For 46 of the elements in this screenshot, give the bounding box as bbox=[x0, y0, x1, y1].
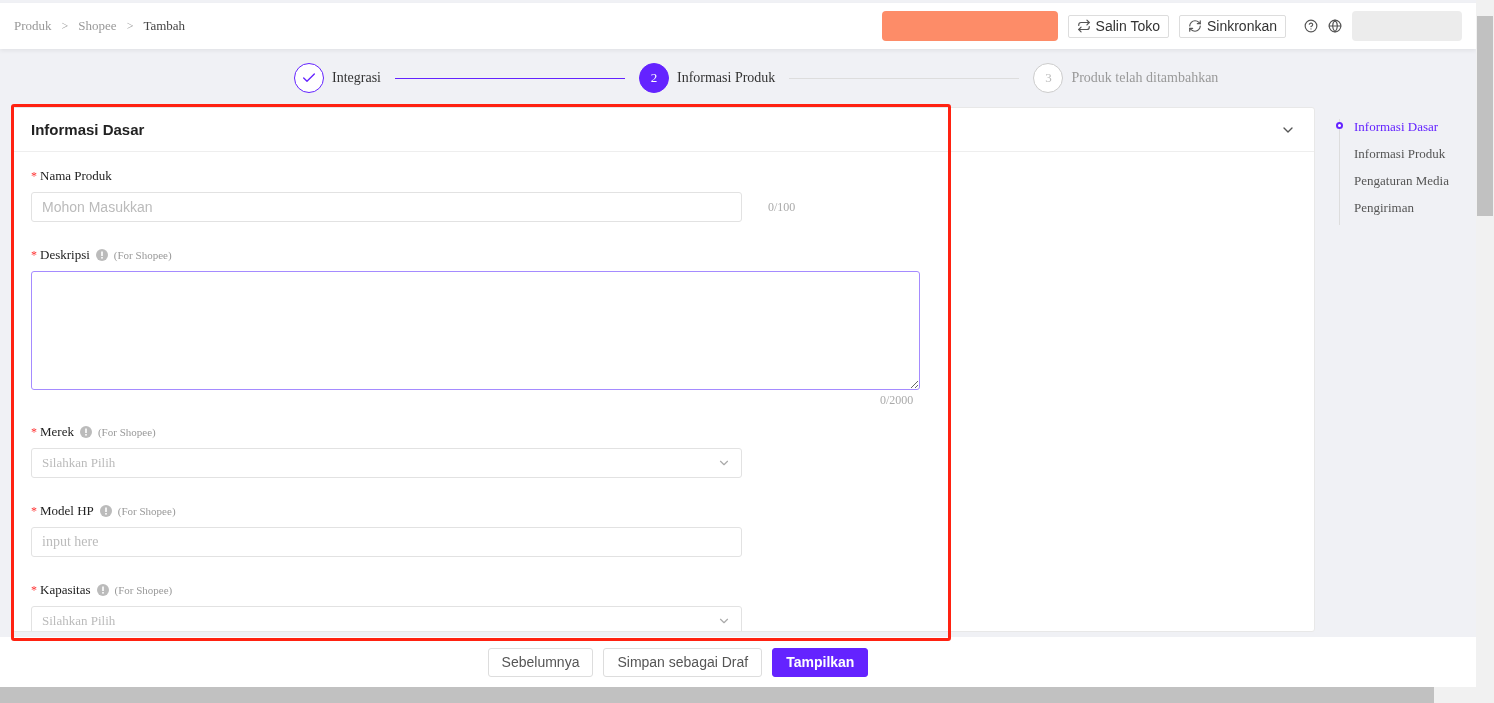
header-button[interactable]: Sinkronkan bbox=[1178, 14, 1286, 38]
breadcrumb-item: Tambah bbox=[143, 18, 186, 34]
field-label: Kapasitas bbox=[40, 582, 91, 598]
field-label: Model HP bbox=[40, 503, 94, 519]
required-mark: * bbox=[31, 168, 37, 184]
step-label: Produk telah ditambahkan bbox=[1071, 70, 1219, 86]
breadcrumb-separator: > bbox=[61, 18, 69, 34]
refresh-icon bbox=[1187, 19, 1202, 33]
description-field[interactable] bbox=[31, 271, 920, 390]
swap-icon bbox=[1076, 19, 1091, 33]
text-field[interactable]: Mohon Masukkan bbox=[31, 192, 742, 222]
globe-icon[interactable] bbox=[1328, 19, 1342, 33]
field-note: (For Shopee) bbox=[114, 584, 173, 596]
required-mark: * bbox=[31, 582, 37, 598]
text-field[interactable]: input here bbox=[31, 527, 742, 557]
required-mark: * bbox=[31, 247, 37, 263]
footer-button[interactable]: Sebelumnya bbox=[487, 647, 594, 677]
info-icon bbox=[96, 584, 109, 596]
field-label: Nama Produk bbox=[40, 168, 112, 184]
field-label: Deskripsi bbox=[40, 247, 90, 263]
char-counter: 0/2000 bbox=[880, 393, 914, 408]
field-note: (For Shopee) bbox=[117, 505, 176, 517]
anchor-link[interactable]: Pengiriman bbox=[1340, 200, 1449, 216]
anchor-link[interactable]: Pengaturan Media bbox=[1340, 173, 1449, 189]
footer-button[interactable]: Simpan sebagai Draf bbox=[603, 647, 763, 677]
info-icon bbox=[79, 426, 92, 438]
section-title: Informasi Dasar bbox=[31, 121, 145, 138]
header-button[interactable]: Salin Toko bbox=[1067, 14, 1169, 38]
step-label: Integrasi bbox=[332, 70, 381, 86]
field-label: Merek bbox=[40, 424, 74, 440]
field-note: (For Shopee) bbox=[113, 249, 172, 261]
step-circle: 3 bbox=[1033, 63, 1064, 93]
horizontal-scrollbar[interactable] bbox=[0, 687, 1494, 703]
required-mark: * bbox=[31, 503, 37, 519]
step-label: Informasi Produk bbox=[677, 70, 776, 86]
breadcrumb-separator: > bbox=[126, 18, 134, 34]
info-icon bbox=[95, 249, 108, 261]
required-mark: * bbox=[31, 424, 37, 440]
field-note: (For Shopee) bbox=[97, 426, 156, 438]
char-counter: 0/100 bbox=[768, 199, 796, 215]
footer-button[interactable]: Tampilkan bbox=[772, 647, 869, 677]
anchor-link[interactable]: Informasi Produk bbox=[1340, 146, 1449, 162]
vertical-scrollbar[interactable] bbox=[1476, 0, 1494, 687]
help-icon[interactable] bbox=[1304, 19, 1318, 33]
step-circle: 2 bbox=[639, 63, 669, 93]
info-icon bbox=[99, 505, 112, 517]
